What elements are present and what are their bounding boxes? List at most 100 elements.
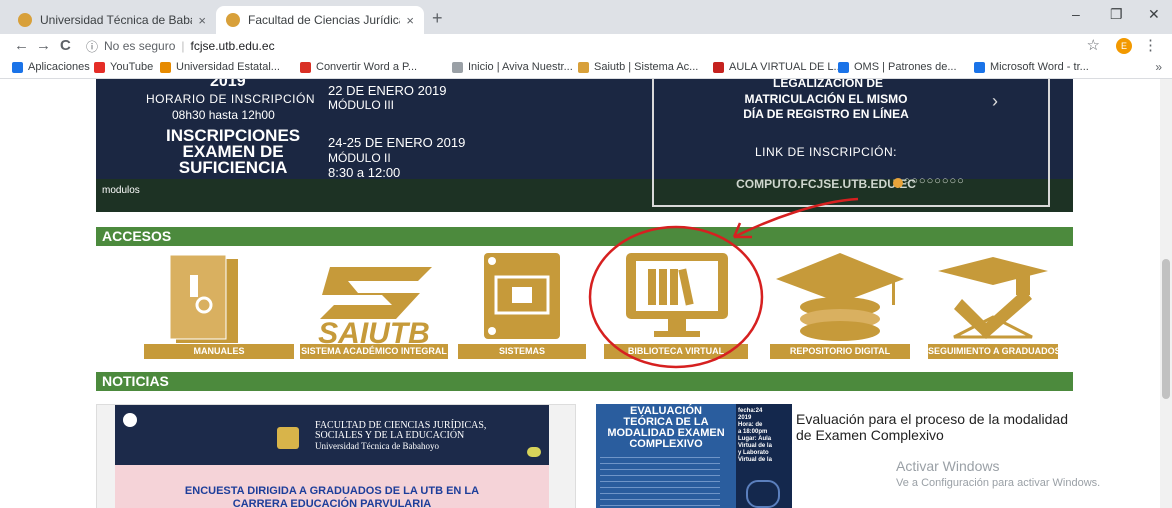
reload-button[interactable]: C bbox=[60, 37, 71, 54]
bookmark-label: Aplicaciones bbox=[28, 61, 90, 73]
faculty-line: SOCIALES Y DE LA EDUCACIÓN bbox=[315, 430, 465, 441]
banner-inscripciones-line: SUFICIENCIA bbox=[178, 158, 288, 177]
access-label: SISTEMAS bbox=[458, 344, 586, 359]
access-repositorio-digital[interactable]: REPOSITORIO DIGITAL bbox=[770, 247, 910, 359]
brain-icon bbox=[746, 480, 780, 508]
bookmark-label: Universidad Estatal... bbox=[176, 61, 280, 73]
bookmark-aula-virtual[interactable]: AULA VIRTUAL DE L... bbox=[713, 61, 843, 73]
profile-avatar[interactable]: E bbox=[1116, 38, 1132, 54]
saiutb-logo-icon: SAIUTB bbox=[318, 267, 432, 347]
bookmark-convertir-word[interactable]: Convertir Word a P... bbox=[300, 61, 417, 73]
access-manuales[interactable]: MANUALES bbox=[144, 247, 294, 359]
address-bar[interactable]: ⓘ No es seguro | fcjse.utb.edu.ec bbox=[86, 36, 1086, 56]
new-tab-button[interactable]: + bbox=[432, 8, 443, 29]
banner-time2: 8:30 a 12:00 bbox=[328, 165, 401, 180]
access-seguimiento-graduados[interactable]: SEGUIMIENTO A GRADUADOS bbox=[928, 247, 1058, 359]
banner-right-line: DÍA DE REGISTRO EN LÍNEA bbox=[743, 107, 909, 121]
access-label: REPOSITORIO DIGITAL bbox=[770, 344, 910, 359]
access-label: BIBLIOTECA VIRTUAL bbox=[604, 344, 748, 359]
access-label: MANUALES bbox=[144, 344, 294, 359]
poster-side-line: Hora: de bbox=[738, 422, 763, 428]
poster-side-line: a 18:00pm bbox=[738, 429, 768, 435]
poster-side-text: fecha:24 2019 Hora: de a 18:00pm Lugar: … bbox=[738, 408, 772, 464]
bookmark-aviva[interactable]: Inicio | Aviva Nuestr... bbox=[452, 61, 573, 73]
banner-right-line: MATRICULACIÓN EL MISMO bbox=[744, 92, 908, 106]
graduation-cap-database-icon bbox=[776, 253, 904, 341]
access-sistemas[interactable]: SISTEMAS bbox=[458, 247, 586, 359]
bookmark-oms[interactable]: OMS | Patrones de... bbox=[838, 61, 957, 73]
tab-close-icon[interactable]: × bbox=[198, 13, 206, 28]
forward-button[interactable]: → bbox=[36, 37, 51, 54]
bookmark-label: OMS | Patrones de... bbox=[854, 61, 957, 73]
hero-carousel[interactable]: 2019 HORARIO DE INSCRIPCIÓN 08h30 hasta … bbox=[96, 79, 1073, 212]
info-icon[interactable]: ⓘ bbox=[86, 38, 98, 55]
bookmark-youtube[interactable]: YouTube bbox=[94, 61, 153, 73]
carousel-dots[interactable]: ○○○○○○○○○ bbox=[896, 175, 965, 187]
security-status: No es seguro bbox=[104, 39, 176, 53]
bookmark-star-icon[interactable]: ☆ bbox=[1087, 36, 1100, 54]
bookmark-microsoft-word[interactable]: Microsoft Word - tr... bbox=[974, 61, 1089, 73]
badge-icon bbox=[527, 447, 541, 457]
vertical-scrollbar[interactable] bbox=[1160, 79, 1172, 508]
news-card-headline[interactable]: ENCUESTA DIRIGIDA A GRADUADOS DE LA UTB … bbox=[115, 485, 549, 508]
access-saiutb[interactable]: SAIUTB SISTEMA ACADÉMICO INTEGRAL bbox=[300, 247, 448, 359]
bookmarks-overflow-button[interactable]: » bbox=[1155, 60, 1162, 74]
faculty-name: FACULTAD DE CIENCIAS JURÍDICAS, SOCIALES… bbox=[315, 421, 486, 452]
bookmark-universidad-estatal[interactable]: Universidad Estatal... bbox=[160, 61, 280, 73]
banner-horario-label: HORARIO DE INSCRIPCIÓN bbox=[146, 92, 316, 106]
access-label: SISTEMA ACADÉMICO INTEGRAL bbox=[300, 344, 448, 359]
minimize-button[interactable]: – bbox=[1072, 6, 1080, 22]
bookmark-label: AULA VIRTUAL DE L... bbox=[729, 61, 843, 73]
banner-year: 2019 bbox=[210, 79, 246, 90]
windows-activation-subtitle: Ve a Configuración para activar Windows. bbox=[896, 477, 1101, 489]
banner-module1: MÓDULO III bbox=[328, 98, 395, 112]
poster-side-line: y Laborato bbox=[738, 450, 769, 456]
windows-activation-title: Activar Windows bbox=[896, 458, 1000, 474]
circuit-chip-icon bbox=[484, 253, 560, 339]
tab-title: Universidad Técnica de Babahoyo bbox=[40, 13, 192, 27]
utb-favicon-icon bbox=[18, 13, 32, 27]
tab-title: Facultad de Ciencias Jurídicas, So bbox=[248, 13, 400, 27]
tab-facultad[interactable]: Facultad de Ciencias Jurídicas, So × bbox=[216, 6, 424, 34]
converter-icon bbox=[300, 61, 311, 73]
poster-side-panel: fecha:24 2019 Hora: de a 18:00pm Lugar: … bbox=[736, 404, 792, 508]
oms-icon bbox=[974, 61, 985, 73]
poster-title-line: COMPLEXIVO bbox=[629, 438, 703, 450]
bookmark-saiutb[interactable]: Saiutb | Sistema Ac... bbox=[578, 61, 698, 73]
news-card-complexivo-image[interactable]: EVALUACIÓN TEÓRICA DE LA MODALIDAD EXAME… bbox=[596, 404, 792, 508]
poster-side-line: Lugar: Aula bbox=[738, 436, 772, 442]
bookmark-label: Inicio | Aviva Nuestr... bbox=[468, 61, 573, 73]
news-card-encuesta[interactable]: FACULTAD DE CIENCIAS JURÍDICAS, SOCIALES… bbox=[96, 404, 576, 508]
tab-close-icon[interactable]: × bbox=[406, 13, 414, 28]
noticias-section-header: NOTICIAS bbox=[96, 372, 1073, 391]
access-label: SEGUIMIENTO A GRADUADOS bbox=[928, 344, 1058, 359]
aviva-icon bbox=[452, 61, 463, 73]
tab-strip: Universidad Técnica de Babahoyo × Facult… bbox=[0, 0, 1172, 34]
restore-button[interactable]: ❐ bbox=[1110, 6, 1123, 23]
close-window-button[interactable]: ✕ bbox=[1148, 6, 1160, 23]
university-icon bbox=[160, 61, 171, 73]
back-button[interactable]: ← bbox=[14, 37, 29, 54]
news-card-complexivo-headline[interactable]: Evaluación para el proceso de la modalid… bbox=[796, 411, 1068, 443]
toolbar: ← → C ⓘ No es seguro | fcjse.utb.edu.ec … bbox=[0, 34, 1172, 58]
carousel-active-dot[interactable] bbox=[893, 178, 903, 188]
graduate-cap-check-icon bbox=[938, 257, 1048, 339]
address-separator: | bbox=[181, 39, 185, 53]
url-text[interactable]: fcjse.utb.edu.ec bbox=[191, 39, 275, 53]
scrollbar-thumb[interactable] bbox=[1162, 259, 1170, 399]
banner-date2: 24-25 DE ENERO 2019 bbox=[328, 135, 466, 150]
tab-universidad[interactable]: Universidad Técnica de Babahoyo × bbox=[8, 6, 216, 34]
banner-right-line: LEGALIZACIÓN DE bbox=[773, 79, 883, 90]
bookmark-apps[interactable]: Aplicaciones bbox=[12, 61, 90, 73]
banner-date1: 22 DE ENERO 2019 bbox=[328, 83, 447, 98]
carousel-next-button[interactable]: › bbox=[992, 91, 998, 112]
banner-horario-time: 08h30 hasta 12h00 bbox=[172, 108, 275, 122]
saiutb-logo-text: SAIUTB bbox=[318, 317, 430, 347]
banner-inscripciones: INSCRIPCIONES EXAMEN DE SUFICIENCIA bbox=[166, 127, 300, 177]
headline-line: CARRERA EDUCACIÓN PARVULARIA bbox=[232, 498, 432, 508]
poster-schedule-lines bbox=[600, 452, 720, 508]
bookmarks-bar: Aplicaciones YouTube Universidad Estatal… bbox=[0, 58, 1172, 79]
access-biblioteca-virtual[interactable]: BIBLIOTECA VIRTUAL bbox=[604, 247, 748, 359]
apps-grid-icon bbox=[12, 61, 23, 73]
menu-kebab-icon[interactable]: ⋮ bbox=[1143, 36, 1158, 54]
